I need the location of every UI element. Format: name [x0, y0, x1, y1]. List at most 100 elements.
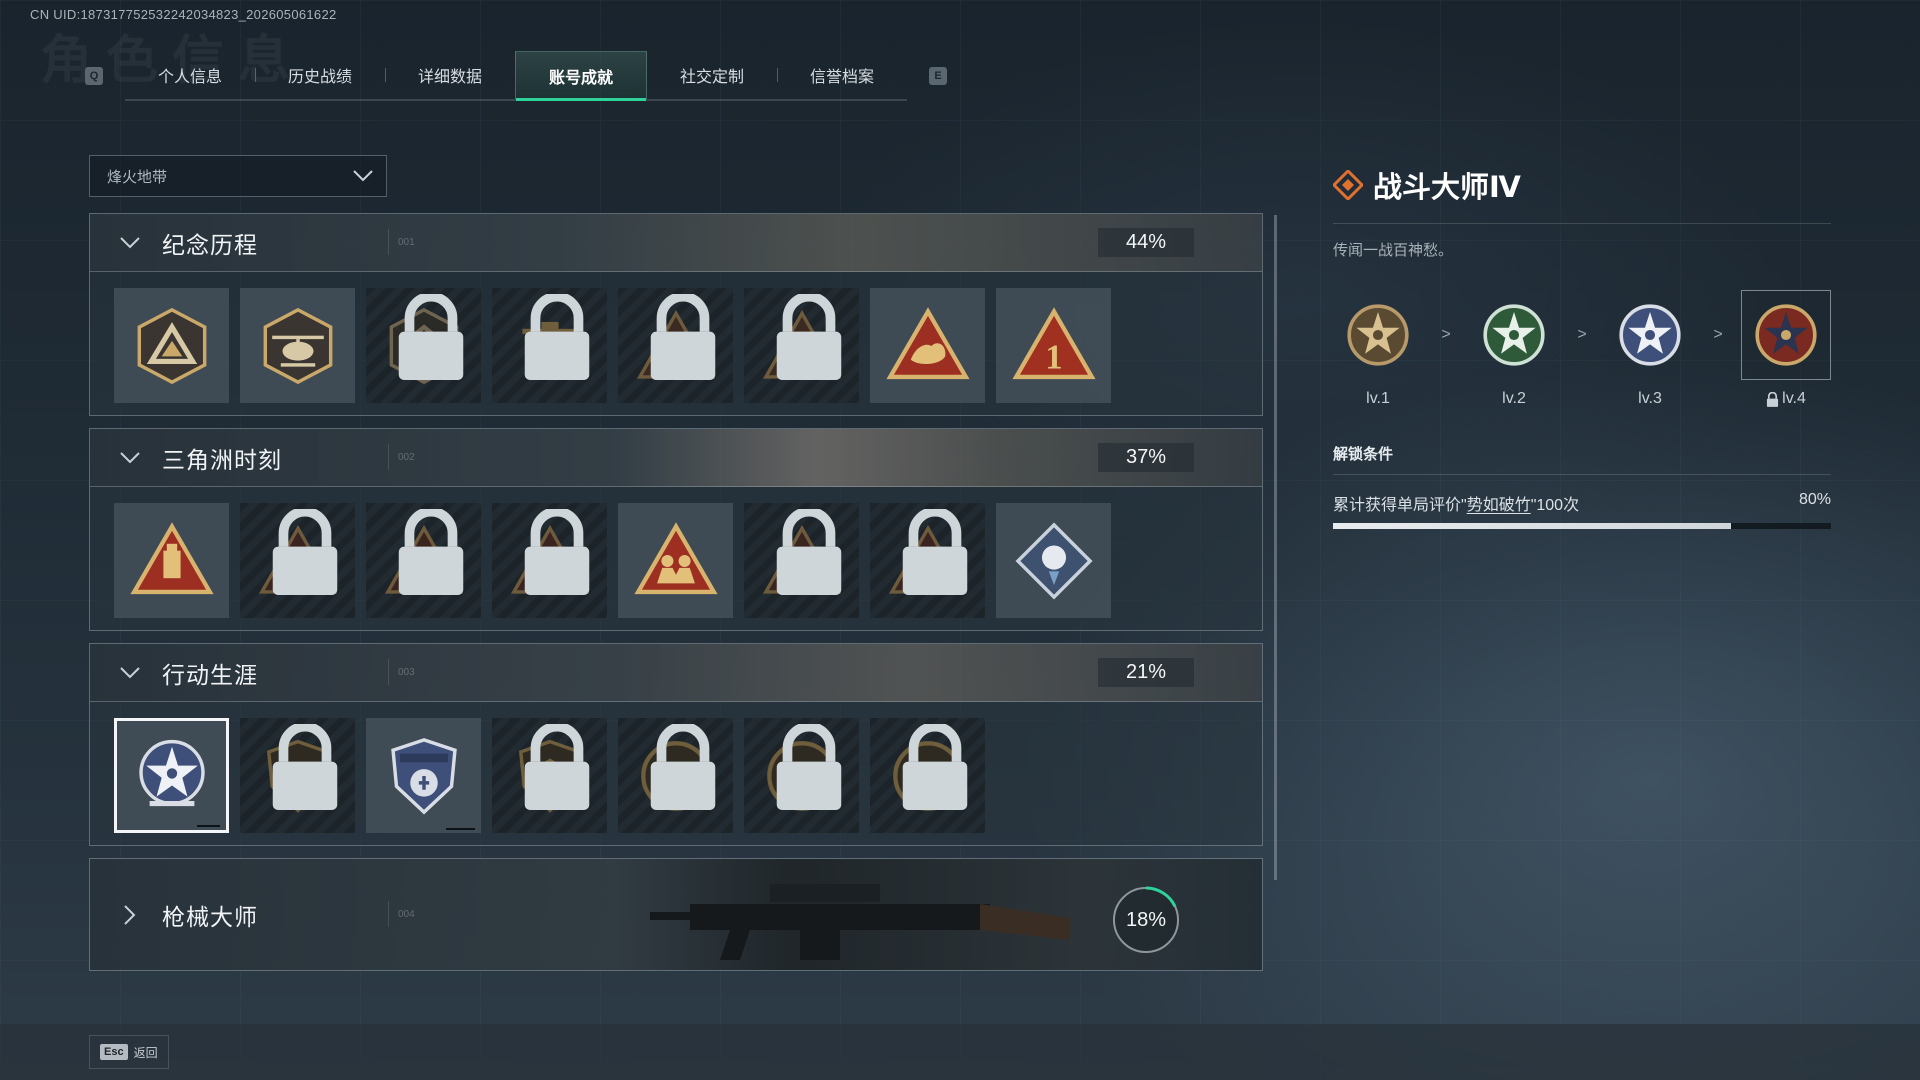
- lock-icon: [398, 509, 464, 595]
- level-track: lv.1 > lv.2 > lv.3 > lv.4: [1333, 290, 1831, 408]
- achievement-badge-selected[interactable]: [114, 718, 229, 833]
- lock-icon: [1767, 391, 1779, 407]
- section-percent: 18%: [1125, 908, 1167, 931]
- star-medal-green-icon: [1483, 304, 1545, 366]
- achievement-badge[interactable]: [870, 288, 985, 403]
- esc-key: Esc: [100, 1044, 128, 1060]
- lock-icon: [776, 724, 842, 810]
- detail-title: 战斗大师Ⅳ: [1373, 172, 1521, 204]
- back-button[interactable]: Esc 返回: [89, 1035, 169, 1069]
- scrollbar[interactable]: [1274, 215, 1277, 880]
- condition-link[interactable]: 势如破竹: [1467, 497, 1531, 514]
- level-2[interactable]: lv.2: [1469, 290, 1559, 408]
- lock-icon: [902, 509, 968, 595]
- tabs: 个人信息 历史战绩 详细数据 账号成就 社交定制 信誉档案: [125, 51, 907, 101]
- achievement-badge[interactable]: [492, 718, 607, 833]
- achievement-badge[interactable]: [240, 503, 355, 618]
- section-header[interactable]: 枪械大师 004 18%: [90, 859, 1262, 970]
- section-code: 003: [388, 659, 415, 685]
- hand-emblem-icon: [885, 306, 970, 379]
- squad-emblem-icon: [633, 521, 718, 594]
- detail-header: 战斗大师Ⅳ: [1333, 164, 1831, 224]
- detail-description: 传闻一战百神愁。: [1333, 242, 1454, 259]
- section-career: 行动生涯 003 21%: [89, 643, 1263, 846]
- achievement-list: 纪念历程 001 44% 1 三角洲时刻 002 37% 行动生涯 003 21…: [89, 213, 1263, 983]
- tab-history[interactable]: 历史战绩: [255, 51, 385, 99]
- section-header[interactable]: 行动生涯 003 21%: [90, 644, 1262, 702]
- achievement-badge[interactable]: [744, 718, 859, 833]
- achievement-badge[interactable]: [996, 503, 1111, 618]
- achievement-badge[interactable]: [618, 288, 733, 403]
- star-medal-blue-icon: [1619, 304, 1681, 366]
- section-title: 枪械大师: [162, 903, 258, 930]
- condition-suffix: "100次: [1530, 497, 1580, 514]
- achievement-badge[interactable]: [240, 288, 355, 403]
- badge-row: 1: [90, 272, 1262, 415]
- section-code: 002: [388, 444, 415, 470]
- lock-icon: [524, 509, 590, 595]
- achievement-badge[interactable]: [492, 288, 607, 403]
- section-header[interactable]: 纪念历程 001 44%: [90, 214, 1262, 272]
- achievement-badge[interactable]: [240, 718, 355, 833]
- usb-emblem-icon: [129, 521, 214, 594]
- chevron-down-icon: [110, 451, 150, 465]
- tab-achievements[interactable]: 账号成就: [515, 51, 647, 101]
- achievement-badge[interactable]: [870, 503, 985, 618]
- section-header[interactable]: 三角洲时刻 002 37%: [90, 429, 1262, 487]
- lock-icon: [776, 509, 842, 595]
- achievement-badge[interactable]: [744, 288, 859, 403]
- mode-dropdown[interactable]: 烽火地带: [89, 155, 387, 197]
- badge-row: [90, 702, 1262, 845]
- achievement-badge[interactable]: [366, 288, 481, 403]
- level-4[interactable]: lv.4: [1741, 290, 1831, 408]
- chevron-down-icon: [353, 170, 373, 182]
- section-percent: 21%: [1098, 658, 1194, 687]
- achievement-badge[interactable]: 1: [996, 288, 1111, 403]
- achievement-badge[interactable]: [366, 718, 481, 833]
- lock-icon: [524, 724, 590, 810]
- tab-credit[interactable]: 信誉档案: [777, 51, 907, 99]
- achievement-badge[interactable]: [114, 288, 229, 403]
- tab-social[interactable]: 社交定制: [647, 51, 777, 99]
- achievement-badge[interactable]: [114, 503, 229, 618]
- lock-icon: [272, 724, 338, 810]
- chevron-right-icon: [110, 904, 150, 926]
- level-label: lv.3: [1638, 390, 1662, 407]
- level-label: lv.4: [1766, 390, 1806, 408]
- level-separator: >: [1713, 326, 1723, 343]
- achievement-badge[interactable]: [618, 718, 733, 833]
- achievement-badge[interactable]: [366, 503, 481, 618]
- lock-icon: [524, 294, 590, 380]
- next-tab-key[interactable]: E: [929, 67, 947, 85]
- achievement-badge[interactable]: [492, 503, 607, 618]
- tab-detailed-data[interactable]: 详细数据: [385, 51, 515, 99]
- diamond-emblem-icon: [1333, 170, 1363, 200]
- level-badge: [1469, 290, 1559, 380]
- badge-progress-bar: [446, 828, 475, 830]
- level-separator: >: [1577, 326, 1587, 343]
- achievement-badge[interactable]: [744, 503, 859, 618]
- condition-progress-fill: [1333, 523, 1732, 529]
- number-one-emblem-icon: 1: [1011, 306, 1096, 379]
- section-title: 行动生涯: [162, 661, 258, 688]
- machine-gun-illustration: [650, 884, 1070, 960]
- police-shield-icon: [390, 737, 457, 814]
- footer-bar: [0, 1024, 1920, 1080]
- star-medal-icon: [138, 739, 205, 806]
- level-1[interactable]: lv.1: [1333, 290, 1423, 408]
- tab-personal-info[interactable]: 个人信息: [125, 51, 255, 99]
- prev-tab-key[interactable]: Q: [85, 67, 103, 85]
- achievement-badge[interactable]: [618, 503, 733, 618]
- condition-percent: 80%: [1798, 491, 1831, 508]
- level-label-text: lv.4: [1782, 390, 1806, 407]
- condition-text: 累计获得单局评价"势如破竹"100次: [1333, 491, 1579, 515]
- level-3[interactable]: lv.3: [1605, 290, 1695, 408]
- tab-bar: Q 个人信息 历史战绩 详细数据 账号成就 社交定制 信誉档案 E: [85, 51, 947, 101]
- lock-icon: [272, 509, 338, 595]
- star-medal-red-icon: [1755, 304, 1817, 366]
- achievement-badge[interactable]: [870, 718, 985, 833]
- achievement-detail: 战斗大师Ⅳ 传闻一战百神愁。 lv.1 > lv.2 > lv.3 > lv.4…: [1333, 164, 1831, 529]
- section-memorial: 纪念历程 001 44% 1: [89, 213, 1263, 416]
- back-label: 返回: [133, 1045, 158, 1060]
- chevron-down-icon: [110, 236, 150, 250]
